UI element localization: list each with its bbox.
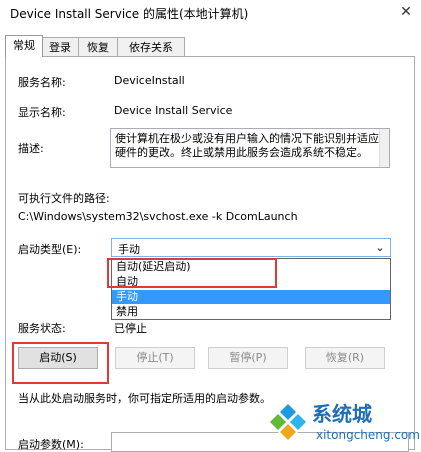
startup-option-manual[interactable]: 手动 [112,290,390,304]
startup-type-select[interactable]: 手动 ⌄ [111,238,391,257]
description-text: 使计算机在极少或没有用户输入的情况下能识别并适应硬件的更改。终止或禁用此服务会造… [115,132,379,159]
service-name-label: 服务名称: [18,76,66,89]
window-title: Device Install Service 的属性(本地计算机) [10,7,249,21]
display-name-value: Device Install Service [114,104,233,117]
watermark: 系统城 xitongcheng.com [262,398,421,452]
start-params-hint: 当从此处启动服务时，你可指定所适用的启动参数。 [18,392,271,405]
startup-type-value: 手动 [118,243,140,256]
highlight-box-start [12,342,109,384]
tab-recovery[interactable]: 恢复 [78,37,118,57]
windows-logo-icon [268,402,308,442]
display-name-label: 显示名称: [18,106,66,119]
watermark-url: xitongcheng.com [316,428,420,442]
tab-dependencies[interactable]: 依存关系 [117,37,185,57]
start-params-label: 启动参数(M): [18,438,84,451]
tab-general[interactable]: 常规 [5,35,43,57]
exe-path-value: C:\Windows\system32\svchost.exe -k DcomL… [18,210,298,223]
resume-button[interactable]: 恢复(R) [305,347,385,369]
highlight-box-auto-options [107,258,277,288]
service-name-value: DeviceInstall [114,74,185,87]
chevron-down-icon[interactable]: ⌄ [374,241,386,254]
watermark-name: 系统城 [312,402,372,426]
description-label: 描述: [18,142,44,155]
service-status-label: 服务状态: [18,322,66,335]
pause-button[interactable]: 暂停(P) [208,347,288,369]
tab-logon[interactable]: 登录 [41,37,79,57]
service-status-value: 已停止 [114,322,147,335]
description-scrollbar[interactable] [379,129,389,167]
startup-type-label: 启动类型(E): [18,243,82,256]
description-box[interactable]: 使计算机在极少或没有用户输入的情况下能识别并适应硬件的更改。终止或禁用此服务会造… [110,128,390,168]
startup-option-disabled[interactable]: 禁用 [112,305,390,319]
exe-path-label: 可执行文件的路径: [18,192,110,205]
stop-button[interactable]: 停止(T) [115,347,195,369]
close-icon[interactable]: ✕ [397,3,415,21]
